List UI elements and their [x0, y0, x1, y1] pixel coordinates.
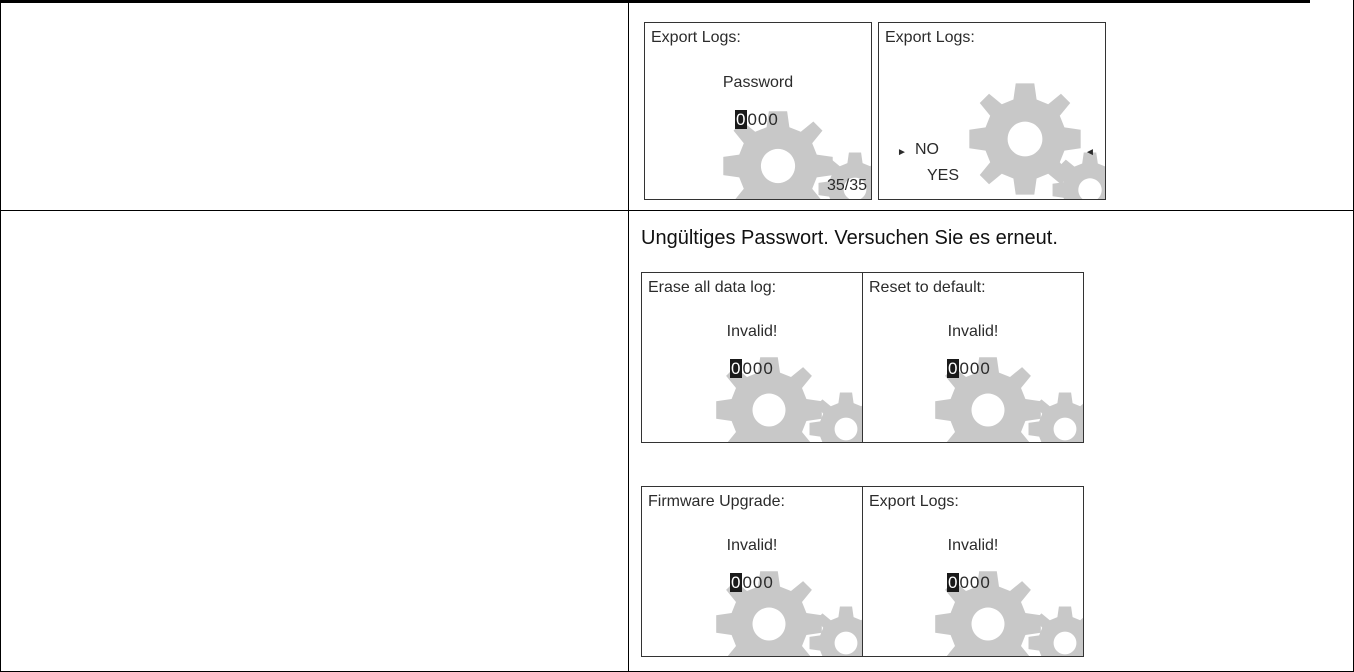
- gear-icon: [809, 606, 862, 656]
- lcd-title: Export Logs:: [651, 29, 741, 46]
- gear-icon: [1028, 606, 1083, 656]
- lcd-title: Export Logs:: [885, 29, 975, 46]
- invalid-status: Invalid!: [947, 537, 999, 554]
- digit-cursor: 0: [947, 573, 960, 592]
- digits-rest: 000: [742, 359, 774, 378]
- option-no: NO: [915, 141, 939, 158]
- selection-arrow-right: ◄: [1085, 147, 1095, 158]
- page-indicator: 35/35: [826, 177, 867, 194]
- option-yes: YES: [927, 167, 960, 184]
- lcd-title: Reset to default:: [869, 279, 986, 296]
- digit-cursor: 0: [730, 359, 743, 378]
- password-digits: 0000: [735, 110, 779, 130]
- lcd-reset-invalid: Reset to default: Invalid! 0000: [862, 272, 1084, 443]
- password-digits: 0000: [730, 573, 774, 593]
- lcd-title: Erase all data log:: [648, 279, 777, 296]
- selection-arrow-left: ►: [897, 147, 907, 158]
- gear-icon: [1052, 152, 1105, 199]
- digit-cursor: 0: [735, 110, 748, 129]
- invalid-status: Invalid!: [947, 323, 999, 340]
- password-digits: 0000: [947, 359, 991, 379]
- gear-icon: [1028, 392, 1083, 442]
- lcd-prompt: Password: [722, 74, 794, 91]
- password-digits: 0000: [730, 359, 774, 379]
- digits-rest: 000: [742, 573, 774, 592]
- table-left-border: [0, 0, 1, 672]
- table-row-divider: [0, 210, 1354, 211]
- invalid-status: Invalid!: [726, 323, 778, 340]
- lcd-title: Firmware Upgrade:: [648, 493, 785, 510]
- digits-rest: 000: [959, 573, 991, 592]
- lcd-export-invalid: Export Logs: Invalid! 0000: [862, 486, 1084, 657]
- table-top-border: [0, 0, 1310, 3]
- lcd-firmware-invalid: Firmware Upgrade: Invalid! 0000: [641, 486, 863, 657]
- table-column-divider: [628, 0, 629, 672]
- password-digits: 0000: [947, 573, 991, 593]
- digits-rest: 000: [747, 110, 779, 129]
- lcd-erase-invalid: Erase all data log: Invalid! 0000: [641, 272, 863, 443]
- digit-cursor: 0: [947, 359, 960, 378]
- invalid-password-message: Ungültiges Passwort. Versuchen Sie es er…: [641, 227, 1058, 249]
- lcd-export-password: Export Logs: Password 0000 35/35: [644, 22, 872, 200]
- gear-icon: [809, 392, 862, 442]
- lcd-title: Export Logs:: [869, 493, 959, 510]
- invalid-status: Invalid!: [726, 537, 778, 554]
- digits-rest: 000: [959, 359, 991, 378]
- lcd-export-confirm: Export Logs: ► NO YES ◄: [878, 22, 1106, 200]
- digit-cursor: 0: [730, 573, 743, 592]
- document-page: Export Logs: Password 0000 35/35 Export …: [0, 0, 1354, 672]
